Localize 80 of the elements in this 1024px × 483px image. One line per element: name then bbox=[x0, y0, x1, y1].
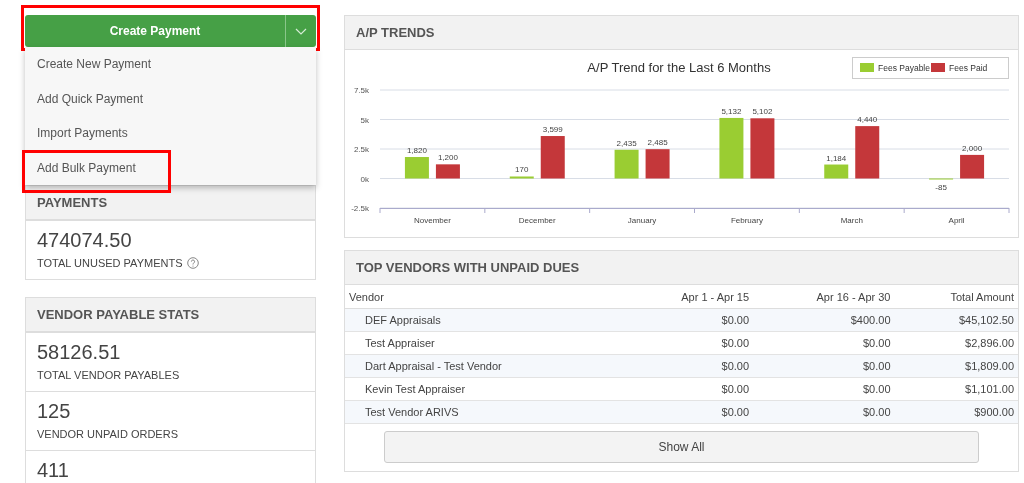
stat-value: 58126.51 bbox=[37, 341, 121, 364]
bar bbox=[614, 149, 639, 179]
panel-title: TOP VENDORS WITH UNPAID DUES bbox=[345, 251, 1018, 285]
table-cell: $1,809.00 bbox=[894, 354, 1018, 378]
table-cell: Dart Appraisal - Test Vendor bbox=[345, 354, 623, 378]
stat-label: VENDOR UNPAID ORDERS bbox=[37, 428, 178, 440]
bar bbox=[645, 149, 670, 179]
chart-title: A/P Trend for the Last 6 Months bbox=[587, 60, 771, 75]
column-header: Total Amount bbox=[894, 285, 1018, 309]
bar bbox=[540, 136, 565, 179]
data-label: 2,485 bbox=[647, 138, 668, 148]
stat-label: TOTAL VENDOR PAYABLES bbox=[37, 369, 180, 381]
menu-item[interactable]: Import Payments bbox=[25, 116, 316, 151]
data-label: 4,440 bbox=[857, 115, 878, 125]
axis-category-label: April bbox=[948, 216, 965, 225]
panel-title: A/P TRENDS bbox=[345, 16, 1018, 50]
axis-tick-label: 0k bbox=[360, 174, 369, 184]
data-label: 3,599 bbox=[542, 125, 563, 135]
data-label: -85 bbox=[935, 182, 947, 192]
chevron-down-icon bbox=[295, 27, 307, 35]
table-cell: $0.00 bbox=[753, 331, 895, 355]
panel-title: VENDOR PAYABLE STATS bbox=[26, 298, 315, 332]
bar bbox=[855, 126, 880, 179]
table-cell: $1,101.00 bbox=[894, 377, 1018, 401]
bar bbox=[435, 164, 460, 179]
bar bbox=[509, 176, 534, 179]
axis-category-label: January bbox=[627, 216, 657, 225]
table-cell: $900.00 bbox=[894, 400, 1018, 424]
column-header: Vendor bbox=[345, 285, 623, 309]
legend-label: Fees Payable bbox=[878, 63, 930, 73]
axis-category-label: February bbox=[730, 216, 763, 225]
data-label: 2,000 bbox=[962, 143, 983, 153]
table-cell: Kevin Test Appraiser bbox=[345, 377, 623, 401]
stat-value: 411 bbox=[37, 459, 69, 482]
column-header: Apr 1 - Apr 15 bbox=[622, 285, 754, 309]
stat-value: 474074.50 bbox=[37, 229, 132, 252]
panel-title: PAYMENTS bbox=[26, 186, 315, 220]
table-cell: $0.00 bbox=[622, 331, 754, 355]
table-cell: $0.00 bbox=[622, 400, 754, 424]
table-cell: $45,102.50 bbox=[894, 308, 1018, 332]
table-cell: Test Vendor ARIVS bbox=[345, 400, 623, 424]
stat-label: TOTAL UNUSED PAYMENTS bbox=[37, 257, 183, 269]
bar bbox=[824, 164, 849, 179]
table-cell: $0.00 bbox=[622, 377, 754, 401]
data-label: 1,820 bbox=[406, 146, 427, 155]
axis-category-label: December bbox=[518, 216, 556, 225]
help-icon[interactable] bbox=[187, 257, 200, 269]
data-label: 1,200 bbox=[437, 153, 458, 163]
data-label: 5,102 bbox=[752, 107, 773, 117]
table-cell: Test Appraiser bbox=[345, 331, 623, 355]
dropdown-toggle-button[interactable] bbox=[285, 15, 316, 47]
axis-tick-label: 2.5k bbox=[353, 145, 369, 154]
table-cell: $0.00 bbox=[753, 354, 895, 378]
menu-item[interactable]: Add Quick Payment bbox=[25, 81, 316, 116]
menu-item[interactable]: Create New Payment bbox=[25, 47, 316, 82]
data-label: 5,132 bbox=[721, 106, 742, 116]
axis-category-label: March bbox=[840, 216, 863, 225]
axis-tick-label: 7.5k bbox=[353, 86, 369, 95]
data-label: 2,435 bbox=[616, 138, 637, 148]
table-cell: $400.00 bbox=[753, 308, 895, 332]
legend-label: Fees Paid bbox=[949, 63, 988, 73]
table-cell: DEF Appraisals bbox=[345, 308, 623, 332]
column-header: Apr 16 - Apr 30 bbox=[753, 285, 895, 309]
bar bbox=[404, 157, 429, 179]
bar bbox=[960, 154, 985, 179]
bar bbox=[719, 117, 744, 179]
stat-value: 125 bbox=[37, 400, 71, 423]
data-label: 1,184 bbox=[826, 153, 847, 163]
menu-item[interactable]: Add Bulk Payment bbox=[25, 150, 316, 185]
data-label: 170 bbox=[515, 165, 529, 175]
table-cell: $0.00 bbox=[753, 377, 895, 401]
axis-category-label: November bbox=[413, 216, 451, 225]
table-cell: $0.00 bbox=[622, 308, 754, 332]
table-cell: $0.00 bbox=[622, 354, 754, 378]
table-cell: $0.00 bbox=[753, 400, 895, 424]
table-cell: $2,896.00 bbox=[894, 331, 1018, 355]
axis-tick-label: -2.5k bbox=[351, 204, 369, 213]
show-all-button[interactable]: Show All bbox=[384, 431, 979, 463]
bar bbox=[750, 118, 775, 179]
axis-tick-label: 5k bbox=[360, 115, 369, 125]
